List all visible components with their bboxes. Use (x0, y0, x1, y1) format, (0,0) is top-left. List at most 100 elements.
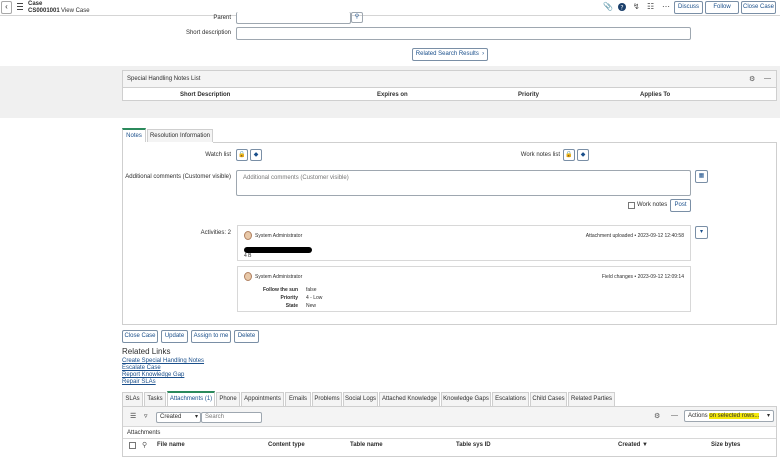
avatar (244, 231, 252, 240)
chevron-right-icon: › (480, 51, 485, 57)
close-case-button[interactable]: Close Case (122, 330, 158, 343)
tab-attached-knowledge[interactable]: Attached Knowledge (379, 392, 440, 406)
work-notes-checkbox[interactable] (628, 202, 635, 209)
short-description-label: Short description (185, 30, 231, 36)
actions-prefix: Actions (688, 413, 710, 419)
tab-slas[interactable]: SLAs (122, 392, 143, 406)
discuss-button[interactable]: Discuss (674, 1, 703, 14)
column-table-sys-id[interactable]: Table sys ID (456, 442, 491, 448)
filter-field-select[interactable]: Created ▾ (156, 412, 201, 423)
funnel-icon[interactable]: ▿ (144, 412, 148, 420)
special-handling-header: Special Handling Notes List ⚙ — (123, 71, 776, 88)
tab-phone[interactable]: Phone (216, 392, 240, 406)
special-handling-title: Special Handling Notes List (127, 76, 201, 82)
column-expires-on[interactable]: Expires on (377, 92, 408, 98)
back-button[interactable]: ‹ (1, 1, 12, 14)
avatar (244, 272, 252, 281)
column-short-description[interactable]: Short Description (180, 92, 230, 98)
list-divider (123, 438, 776, 439)
gear-icon[interactable]: ⚙ (749, 75, 755, 83)
activity-stream-icon[interactable]: ↯ (633, 3, 640, 11)
tab-notes[interactable]: Notes (122, 128, 146, 143)
select-all-checkbox[interactable] (129, 442, 136, 449)
search-input[interactable]: Search (201, 412, 262, 423)
parent-label: Parent (213, 15, 231, 21)
chevron-down-icon: ▾ (194, 414, 198, 420)
help-icon[interactable]: ? (618, 3, 626, 13)
work-notes-add-me-icon[interactable]: ◆ (577, 149, 589, 161)
tab-tasks[interactable]: Tasks (144, 392, 166, 406)
additional-comments-textarea[interactable]: Additional comments (Customer visible) (236, 170, 691, 196)
tab-divider (213, 142, 777, 143)
list-toolbar: ☰ ▿ Created ▾ Search ⚙ — (123, 407, 776, 427)
related-search-results-button[interactable]: Related Search Results › (412, 48, 488, 61)
activity-user: System Administrator (255, 233, 303, 239)
filter-field-value: Created (160, 414, 182, 420)
actions-on-selected-rows-select[interactable]: Actions on selected rows... ▾ (684, 410, 774, 422)
activity-timestamp: 2023-09-12 12:09:14 (637, 274, 684, 280)
parent-input[interactable] (236, 12, 351, 24)
collapse-icon[interactable]: — (764, 75, 771, 82)
delete-button[interactable]: Delete (234, 330, 259, 343)
chevron-down-icon: ▾ (766, 413, 770, 419)
hamburger-icon[interactable]: ☰ (130, 412, 136, 420)
tab-emails[interactable]: Emails (285, 392, 311, 406)
form-header: ‹ Case CS0001001 View Case 📎 ? ↯ ☷ ⋯ Dis… (0, 0, 780, 16)
special-handling-list: Special Handling Notes List ⚙ — Short De… (122, 70, 777, 101)
close-case-header-button[interactable]: Close Case (741, 1, 776, 14)
link-repair-slas[interactable]: Repair SLAs (122, 379, 156, 385)
tab-problems[interactable]: Problems (312, 392, 342, 406)
tab-related-parties[interactable]: Related Parties (568, 392, 615, 406)
tab-attachments[interactable]: Attachments (1) (167, 391, 215, 406)
assign-to-me-button[interactable]: Assign to me (191, 330, 231, 343)
menu-icon[interactable] (17, 3, 23, 10)
activity-user: System Administrator (255, 274, 303, 280)
link-report-knowledge-gap[interactable]: Report Knowledge Gap (122, 372, 184, 378)
parent-lookup-button[interactable]: ⚲ (351, 12, 363, 23)
activity-timestamp: 2023-09-12 12:40:58 (637, 233, 684, 239)
filter-icon[interactable]: ▾ (695, 226, 708, 239)
column-created[interactable]: Created ▼ (618, 442, 648, 448)
short-description-input[interactable] (236, 27, 691, 40)
column-applies-to[interactable]: Applies To (640, 92, 670, 98)
tab-resolution-information[interactable]: Resolution Information (147, 129, 213, 143)
redacted-attachment-name[interactable] (244, 247, 312, 253)
link-create-special-handling-notes[interactable]: Create Special Handling Notes (122, 358, 204, 364)
work-notes-lock-icon[interactable]: 🔒 (563, 149, 575, 161)
work-notes-label: Work notes (637, 202, 668, 208)
gear-icon[interactable]: ⚙ (654, 412, 660, 420)
column-table-name[interactable]: Table name (350, 442, 383, 448)
additional-comments-placeholder: Additional comments (Customer visible) (243, 175, 349, 181)
more-options-icon[interactable]: ⋯ (662, 3, 670, 11)
record-type: Case (28, 1, 43, 7)
link-escalate-case[interactable]: Escalate Case (122, 365, 161, 371)
compose-icon[interactable]: ▦ (695, 170, 708, 183)
activity-attachment: System Administrator Attachment uploaded… (237, 225, 691, 261)
column-priority[interactable]: Priority (518, 92, 539, 98)
field-change-value: New (306, 303, 317, 309)
tab-escalations[interactable]: Escalations (492, 392, 529, 406)
settings-sliders-icon[interactable]: ☷ (647, 3, 654, 11)
add-me-icon[interactable]: ◆ (250, 149, 262, 161)
update-button[interactable]: Update (161, 330, 188, 343)
collapse-icon[interactable]: — (671, 412, 678, 419)
search-icon[interactable]: ⚲ (142, 441, 147, 449)
activity-type: Attachment uploaded (585, 233, 634, 239)
column-size-bytes[interactable]: Size bytes (711, 442, 740, 448)
column-file-name[interactable]: File name (157, 442, 185, 448)
field-change-value: 4 - Low (306, 295, 323, 301)
follow-button[interactable]: Follow (705, 1, 739, 14)
tab-child-cases[interactable]: Child Cases (530, 392, 567, 406)
lock-icon[interactable]: 🔒 (236, 149, 248, 161)
actions-highlight-text: on selected rows... (709, 413, 760, 419)
tab-knowledge-gaps[interactable]: Knowledge Gaps (441, 392, 491, 406)
post-button[interactable]: Post (670, 199, 691, 212)
tab-appointments[interactable]: Appointments (241, 392, 284, 406)
list-title: Attachments (127, 430, 161, 436)
field-change-value: false (306, 287, 317, 293)
activity-meta: Field changes • 2023-09-12 12:09:14 (602, 274, 684, 280)
related-search-label: Related Search Results (415, 51, 479, 57)
attachment-icon[interactable]: 📎 (603, 3, 613, 11)
tab-social-logs[interactable]: Social Logs (343, 392, 378, 406)
column-content-type[interactable]: Content type (268, 442, 305, 448)
